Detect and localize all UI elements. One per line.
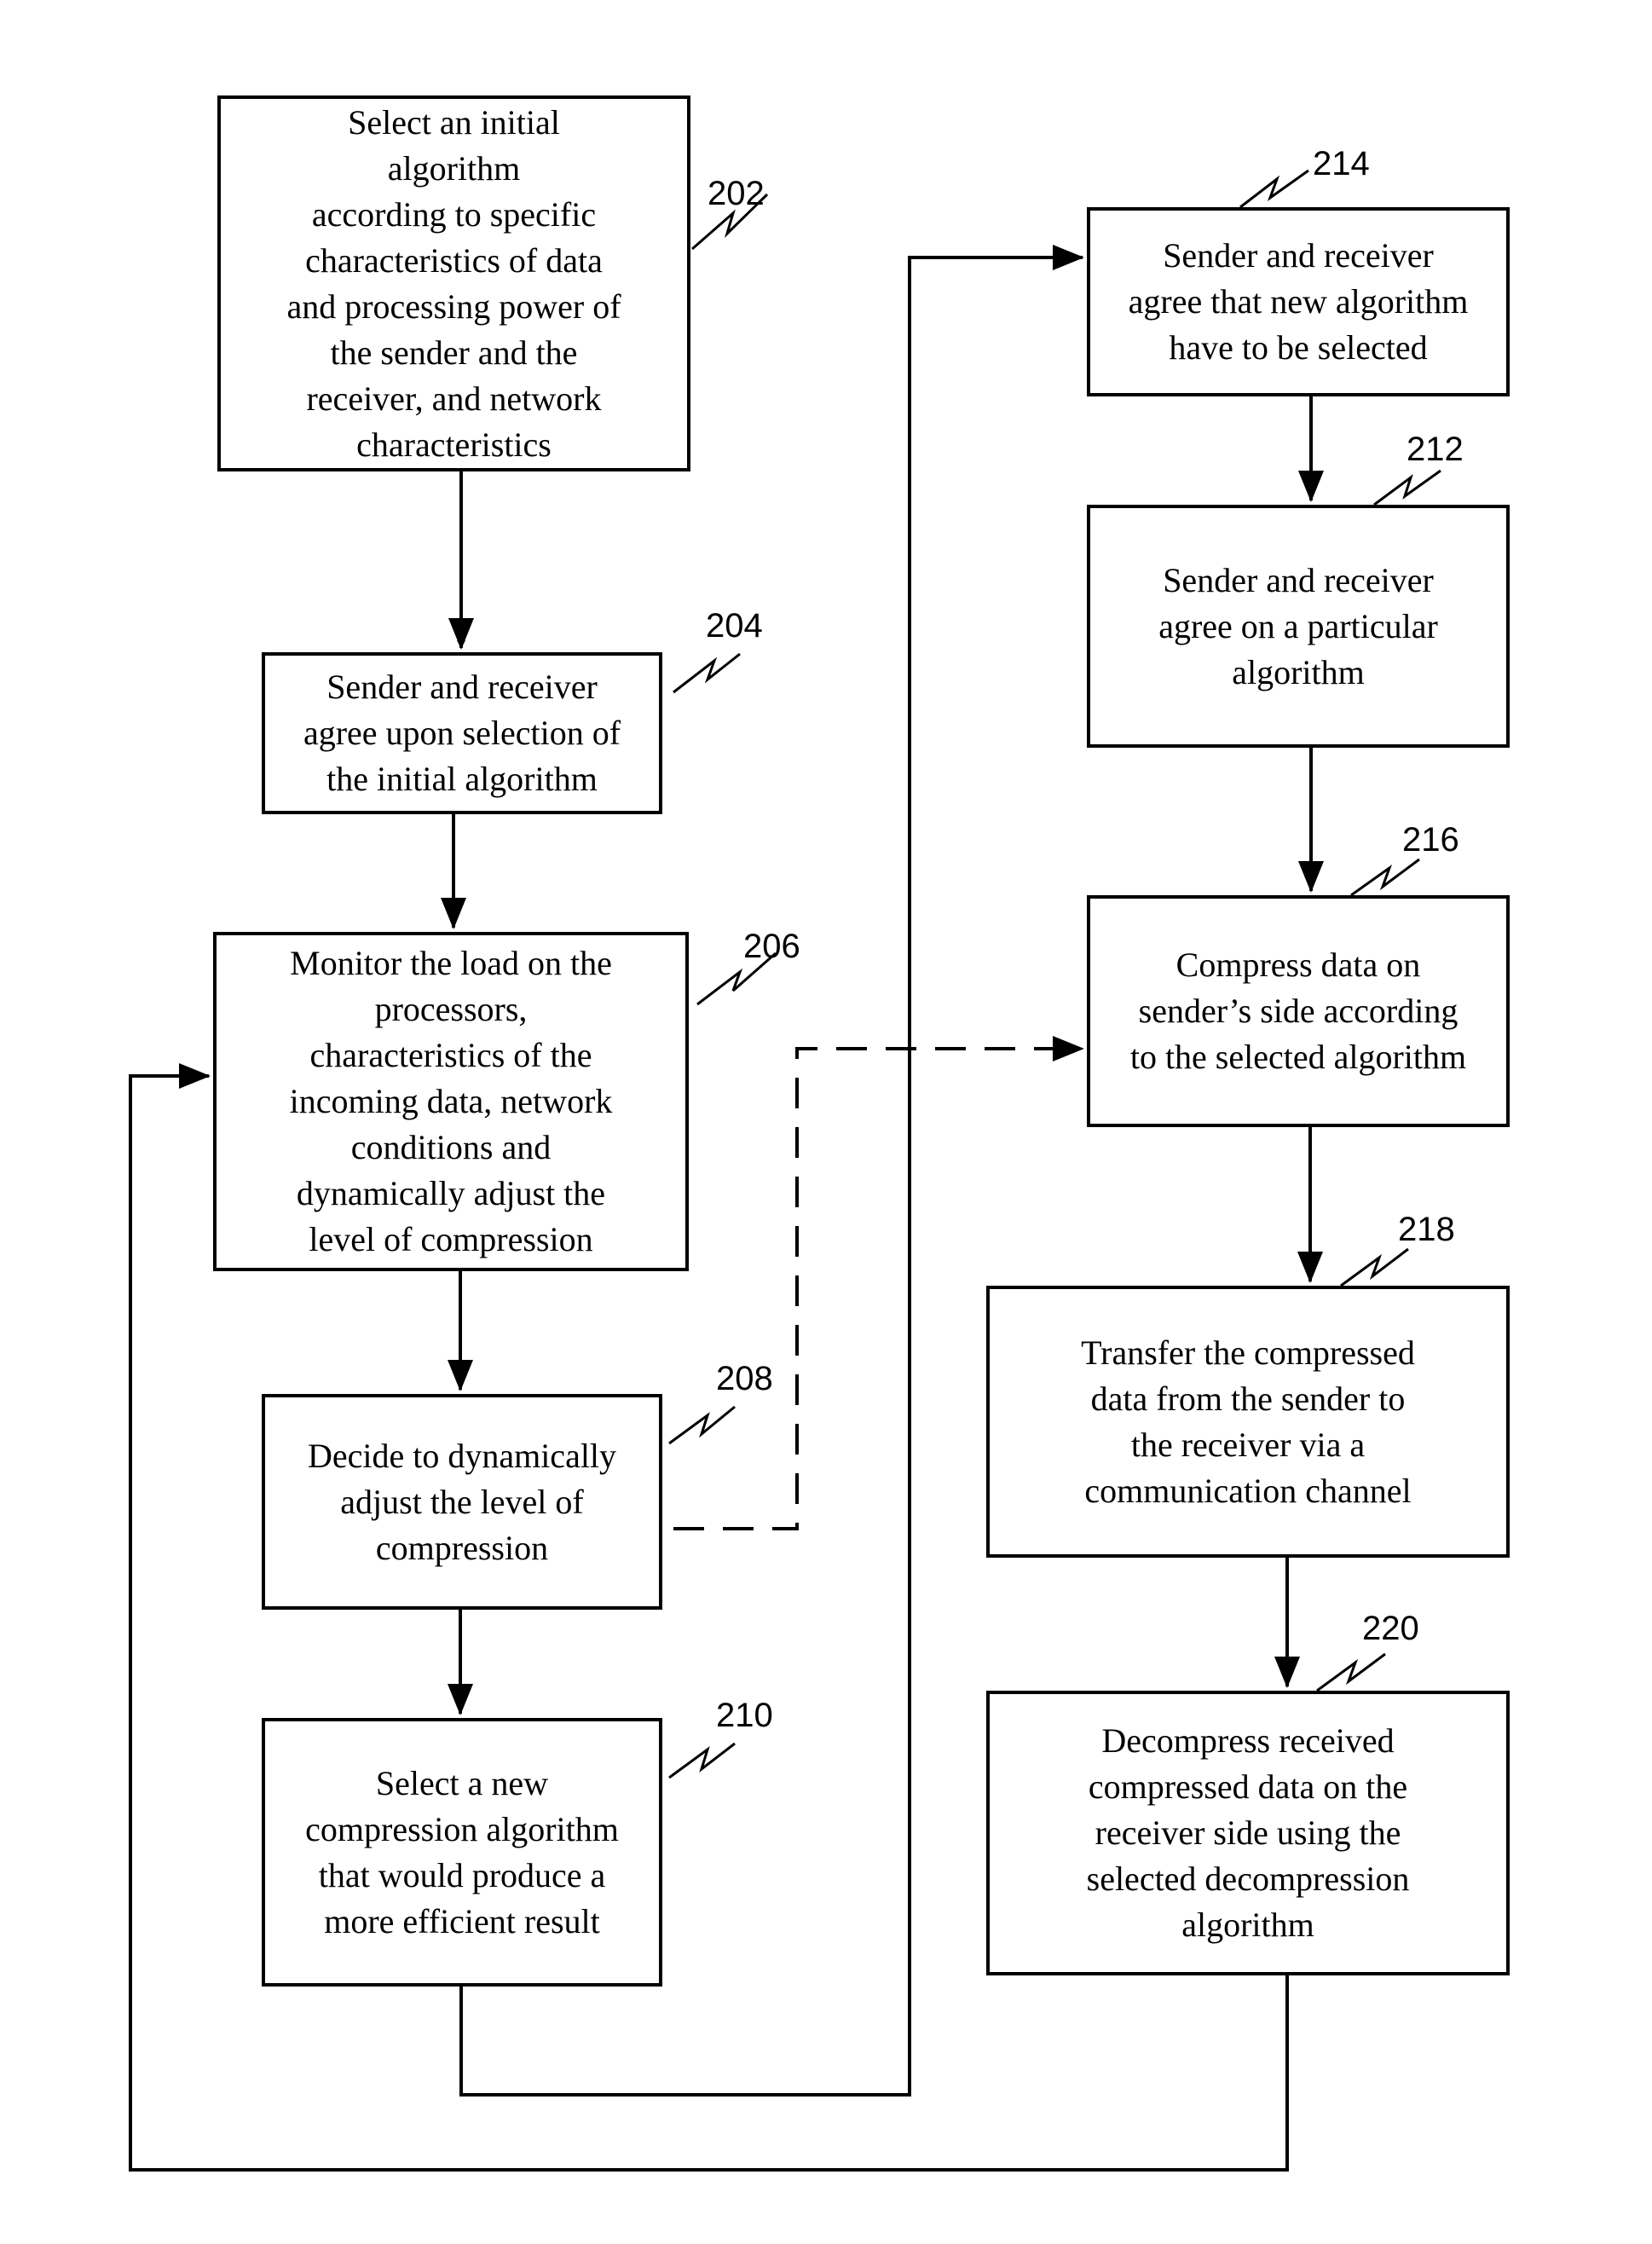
ref-leader-214 — [1239, 169, 1309, 209]
step-216-box: Compress data on sender’s side according… — [1087, 895, 1510, 1127]
arrowhead-206 — [441, 898, 466, 929]
ref-leader-204 — [673, 652, 741, 694]
ref-leader-208 — [668, 1405, 736, 1445]
step-220-box: Decompress received compressed data on t… — [986, 1691, 1510, 1975]
arrowhead-216-dashed — [1053, 1036, 1084, 1061]
step-208-box: Decide to dynamically adjust the level o… — [262, 1394, 662, 1610]
ref-leader-210 — [668, 1742, 736, 1779]
step-212-box: Sender and receiver agree on a particula… — [1087, 505, 1510, 748]
arrowhead-206-feedback — [179, 1063, 211, 1089]
ref-leader-220 — [1316, 1652, 1386, 1692]
step-210-box: Select a new compression algorithm that … — [262, 1718, 662, 1987]
arrowhead-216 — [1298, 861, 1324, 893]
ref-label-218: 218 — [1398, 1211, 1455, 1248]
arrowhead-220 — [1274, 1657, 1300, 1688]
ref-leader-216 — [1350, 858, 1420, 897]
step-218-box: Transfer the compressed data from the se… — [986, 1286, 1510, 1558]
ref-label-212: 212 — [1407, 431, 1464, 468]
step-214-box: Sender and receiver agree that new algor… — [1087, 207, 1510, 396]
arrowhead-212 — [1298, 471, 1324, 502]
arrowhead-208 — [448, 1360, 473, 1391]
ref-label-214: 214 — [1313, 145, 1370, 182]
step-204-box: Sender and receiver agree upon selection… — [262, 652, 662, 814]
ref-leader-218 — [1340, 1247, 1409, 1287]
arrowhead-218 — [1297, 1252, 1323, 1283]
ref-label-202: 202 — [708, 175, 765, 212]
ref-label-210: 210 — [716, 1697, 773, 1734]
arrowhead-204 — [448, 618, 474, 650]
ref-label-216: 216 — [1402, 821, 1459, 859]
ref-label-204: 204 — [706, 607, 763, 645]
ref-leader-212 — [1373, 469, 1441, 506]
arrowhead-210 — [448, 1684, 473, 1715]
arrowhead-214 — [1053, 245, 1084, 270]
ref-label-220: 220 — [1362, 1610, 1419, 1647]
step-206-box: Monitor the load on the processors, char… — [213, 932, 689, 1271]
step-202-box: Select an initial algorithm according to… — [217, 95, 690, 471]
ref-label-206: 206 — [743, 928, 800, 965]
ref-label-208: 208 — [716, 1360, 773, 1397]
